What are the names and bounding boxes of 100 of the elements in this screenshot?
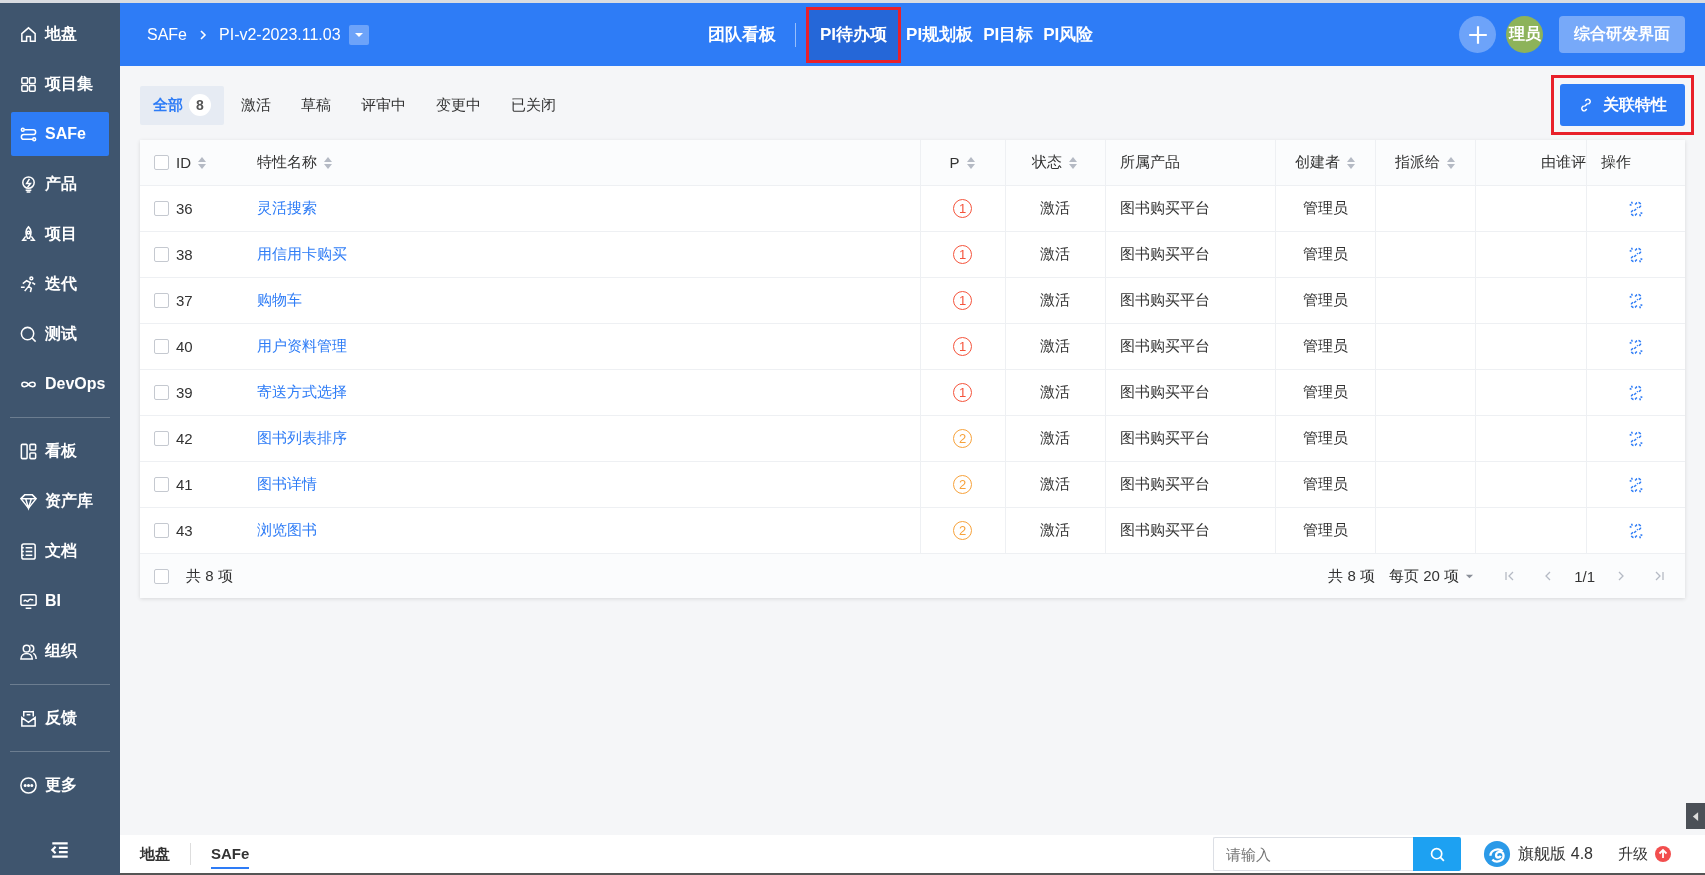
row-checkbox[interactable] (154, 523, 169, 538)
sidebar-item[interactable]: 地盘 (11, 12, 109, 56)
nav-tab[interactable]: 团队看板 (703, 6, 781, 63)
row-checkbox[interactable] (154, 477, 169, 492)
column-header[interactable]: 特性名称 (257, 153, 333, 172)
status-cell: 激活 (1040, 337, 1070, 354)
product-cell: 图书购买平台 (1119, 475, 1210, 492)
sidebar-item[interactable]: 文档 (11, 529, 109, 573)
select-all-checkbox[interactable] (154, 155, 169, 170)
count-badge: 8 (189, 94, 211, 116)
bulb-icon (19, 174, 38, 194)
column-header[interactable]: 状态 (1032, 153, 1078, 172)
sidebar-item[interactable]: 更多 (11, 763, 109, 807)
id-cell: 39 (176, 384, 193, 401)
feature-name-link[interactable]: 图书详情 (257, 475, 317, 492)
row-checkbox[interactable] (154, 385, 169, 400)
filter-tab[interactable]: 变更中 (423, 85, 494, 125)
sidebar-item[interactable]: BI (11, 579, 109, 623)
status-cell: 激活 (1040, 245, 1070, 262)
sort-icon[interactable] (1345, 155, 1356, 170)
filter-tab[interactable]: 草稿 (288, 85, 344, 125)
id-cell: 36 (176, 200, 193, 217)
feature-name-link[interactable]: 用信用卡购买 (257, 245, 347, 262)
nav-tab[interactable]: PI规划板 (901, 6, 979, 63)
row-checkbox[interactable] (154, 431, 169, 446)
nav-tab[interactable]: PI目标 (978, 6, 1039, 63)
sidebar-item[interactable]: 反馈 (11, 696, 109, 740)
sort-icon[interactable] (197, 155, 207, 170)
gem-icon (19, 491, 38, 511)
id-cell: 38 (176, 246, 193, 263)
sidebar-item[interactable]: 项目集 (11, 62, 109, 106)
collapse-menu-icon[interactable] (49, 839, 71, 861)
dropdown-button[interactable] (348, 24, 369, 45)
upload-arrow-icon (1655, 846, 1671, 862)
search-field[interactable]: 请输入 (1213, 837, 1414, 871)
column-header[interactable]: 操作 (1600, 153, 1631, 172)
feature-name-link[interactable]: 图书列表排序 (257, 429, 347, 446)
status-cell: 激活 (1040, 429, 1070, 446)
column-header[interactable]: ID (176, 154, 207, 171)
row-checkbox[interactable] (154, 339, 169, 354)
nav-tab[interactable]: PI待办项 (806, 6, 902, 63)
sort-icon[interactable] (965, 155, 976, 170)
link-icon (1578, 97, 1594, 113)
column-header[interactable]: 由谁评 (1540, 153, 1586, 172)
sidebar-item[interactable]: DevOps (11, 362, 109, 406)
row-checkbox[interactable] (154, 293, 169, 308)
last-page-icon[interactable] (1653, 570, 1665, 582)
feature-name-link[interactable]: 购物车 (257, 291, 302, 308)
chevron-right-icon (198, 29, 208, 40)
row-checkbox[interactable] (154, 247, 169, 262)
upgrade-link[interactable]: 升级 (1618, 844, 1648, 864)
product-cell: 图书购买平台 (1119, 383, 1210, 400)
sidebar-item[interactable]: 组织 (11, 629, 109, 673)
status-cell: 激活 (1040, 383, 1070, 400)
sidebar-item[interactable]: 产品 (11, 162, 109, 206)
link-feature-button[interactable]: 关联特性 (1560, 84, 1685, 126)
id-cell: 42 (176, 430, 193, 447)
rocket-icon (19, 224, 38, 244)
filter-tab[interactable]: 评审中 (348, 85, 419, 125)
feature-name-link[interactable]: 灵活搜索 (257, 199, 317, 216)
sidebar-item[interactable]: SAFe (11, 112, 109, 156)
page-size-select[interactable]: 每页 20 项 (1389, 566, 1475, 586)
creator-cell: 管理员 (1302, 429, 1348, 446)
product-cell: 图书购买平台 (1119, 291, 1210, 308)
sort-icon[interactable] (1068, 155, 1078, 170)
sort-icon[interactable] (1445, 155, 1456, 170)
filter-tab[interactable]: 激活 (228, 85, 284, 125)
feature-name-link[interactable]: 寄送方式选择 (257, 383, 347, 400)
filter-tab[interactable]: 已关闭 (498, 85, 569, 125)
search-button[interactable] (1413, 837, 1462, 871)
board-icon (19, 441, 38, 461)
plus-icon (1466, 23, 1489, 46)
nav-tab[interactable]: PI风险 (1038, 6, 1099, 63)
sidebar-item[interactable]: 迭代 (11, 262, 109, 306)
sort-icon[interactable] (323, 155, 333, 170)
column-header[interactable]: 所属产品 (1119, 153, 1180, 172)
filter-tab[interactable]: 全部 8 (140, 85, 224, 125)
id-cell: 43 (176, 522, 193, 539)
sidebar-item[interactable]: 看板 (11, 429, 109, 473)
home-icon (19, 24, 38, 44)
bottom-tab[interactable]: 地盘 (140, 839, 170, 869)
search-icon (19, 324, 38, 344)
product-cell: 图书购买平台 (1119, 245, 1210, 262)
footer-checkbox[interactable] (154, 568, 169, 584)
sidebar-item[interactable]: 测试 (11, 312, 109, 356)
sidebar-item[interactable]: 资产库 (11, 479, 109, 523)
product-cell: 图书购买平台 (1119, 521, 1210, 538)
bottom-tab[interactable]: SAFe (211, 839, 250, 869)
search-icon (1428, 845, 1446, 863)
side-panel-toggle[interactable] (1686, 803, 1705, 829)
column-header[interactable]: P (949, 154, 976, 171)
creator-cell: 管理员 (1302, 291, 1348, 308)
status-cell: 激活 (1040, 199, 1070, 216)
grid-icon (19, 74, 38, 94)
feature-name-link[interactable]: 浏览图书 (257, 521, 317, 538)
feature-name-link[interactable]: 用户资料管理 (257, 337, 347, 354)
add-button[interactable] (1459, 16, 1496, 53)
sidebar-item[interactable]: 项目 (11, 212, 109, 256)
row-checkbox[interactable] (154, 201, 169, 216)
breadcrumb-link[interactable]: SAFe (147, 25, 187, 44)
